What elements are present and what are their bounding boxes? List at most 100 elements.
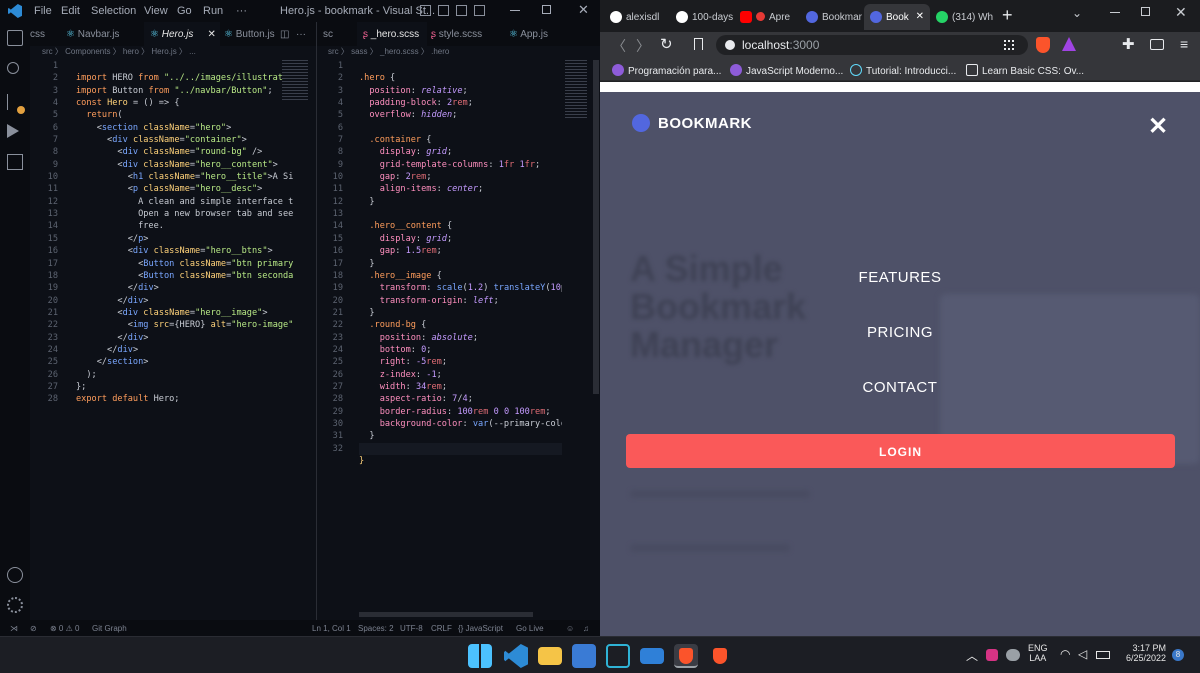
browser-tab[interactable]: Bookmar (800, 4, 864, 30)
browser-tab[interactable]: (314) Wh (930, 4, 996, 30)
go-live-button[interactable]: Go Live (516, 624, 544, 633)
notifications-icon[interactable]: ♫ (583, 624, 589, 633)
menu-go[interactable]: Go (177, 5, 192, 17)
bookmark-item[interactable]: Programación para... (612, 64, 721, 77)
tab-sc[interactable]: sc (323, 22, 353, 46)
encoding[interactable]: UTF-8 (400, 624, 423, 633)
brave-rewards-icon[interactable] (1062, 37, 1076, 51)
battery-icon[interactable] (1096, 651, 1110, 659)
vscode-taskbar-icon[interactable] (504, 644, 528, 668)
menu-edit[interactable]: Edit (61, 5, 80, 17)
address-bar[interactable]: localhost:3000 (716, 35, 1028, 55)
qr-code-icon[interactable] (1004, 40, 1014, 50)
menu-selection[interactable]: Selection (91, 5, 136, 17)
minimize-icon[interactable] (1110, 12, 1120, 13)
right-editor[interactable]: 1 2 3 4 5 6 7 8 9 10 11 12 13 14 15 16 1… (317, 60, 600, 617)
minimap[interactable] (282, 60, 308, 100)
bookmark-page-icon[interactable] (694, 38, 703, 50)
run-debug-icon[interactable] (7, 124, 19, 138)
close-window-icon[interactable]: ✕ (1175, 4, 1187, 21)
mail-icon[interactable] (640, 648, 664, 664)
menu-run[interactable]: Run (203, 5, 223, 17)
layout-icon[interactable] (456, 5, 467, 16)
nav-link-features[interactable]: FEATURES (600, 269, 1200, 286)
browser-tab[interactable]: 100-days (670, 4, 734, 30)
tab-search-icon[interactable]: ⌄ (1072, 6, 1082, 20)
notification-badge[interactable]: 8 (1172, 649, 1184, 661)
maximize-icon[interactable] (1141, 7, 1150, 16)
tab-navbar[interactable]: ⚛ Navbar.js (66, 22, 142, 46)
browser-tab[interactable]: alexisdl (604, 4, 670, 30)
nav-link-contact[interactable]: CONTACT (600, 379, 1200, 396)
minimap[interactable] (565, 60, 587, 120)
brave-icon[interactable] (713, 648, 727, 664)
explorer-icon[interactable] (7, 30, 23, 46)
left-editor[interactable]: 1 2 3 4 5 6 7 8 9 10 11 12 13 14 15 16 1… (30, 60, 314, 616)
language-mode[interactable]: {} JavaScript (458, 624, 503, 633)
windows-start-icon[interactable] (468, 644, 492, 668)
show-hidden-icons[interactable]: ︿ (966, 647, 978, 664)
git-graph-button[interactable]: Git Graph (92, 624, 127, 633)
tab-hero-scss[interactable]: ʂ _hero.scss (357, 22, 427, 46)
more-actions-icon[interactable]: ··· (296, 22, 310, 46)
forward-icon[interactable]: 〉 (636, 36, 650, 56)
browser-tab-active[interactable]: Book ✕ (864, 4, 930, 30)
wifi-icon[interactable]: ◠ (1060, 647, 1070, 661)
maximize-icon[interactable] (542, 5, 551, 14)
close-icon[interactable]: ✕ (578, 2, 589, 18)
problems-indicator[interactable]: ⊗ 0 ⚠ 0 (50, 624, 79, 633)
close-menu-icon[interactable]: ✕ (1148, 112, 1168, 141)
minimize-icon[interactable] (510, 10, 520, 11)
live-share-icon[interactable]: ⊘ (30, 624, 37, 633)
nav-link-pricing[interactable]: PRICING (600, 324, 1200, 341)
bookmark-item[interactable]: Learn Basic CSS: Ov... (966, 64, 1084, 77)
browser-tab[interactable]: Apre (734, 4, 800, 30)
extensions-icon[interactable] (7, 154, 23, 170)
clock[interactable]: 3:17 PM 6/25/2022 (1122, 643, 1166, 663)
menu-file[interactable]: File (34, 5, 52, 17)
back-icon[interactable]: 〈 (612, 36, 626, 56)
split-editor-icon[interactable]: ◫ (280, 22, 294, 46)
tray-app-icon[interactable] (1006, 649, 1020, 661)
file-explorer-icon[interactable] (538, 647, 562, 665)
account-icon[interactable] (7, 567, 23, 583)
horizontal-scrollbar[interactable] (359, 612, 533, 617)
tab-button[interactable]: ⚛ Button.js (224, 22, 284, 46)
tab-hero[interactable]: ⚛ Hero.js ✕ (144, 22, 220, 46)
layout-icon[interactable] (474, 5, 485, 16)
code-area[interactable]: .hero { position: relative; padding-bloc… (359, 60, 562, 492)
remote-icon[interactable]: ⋊ (10, 624, 18, 633)
indentation[interactable]: Spaces: 2 (358, 624, 394, 633)
tab-app[interactable]: ⚛ App.js (509, 22, 569, 46)
brave-shields-icon[interactable] (1036, 37, 1050, 53)
volume-icon[interactable]: ◁ (1078, 647, 1087, 661)
tray-app-icon[interactable] (986, 649, 998, 661)
close-tab-icon[interactable]: ✕ (916, 11, 924, 22)
tab-css[interactable]: css (30, 22, 64, 46)
new-tab-button[interactable]: + (1002, 5, 1013, 26)
cursor-position[interactable]: Ln 1, Col 1 (312, 624, 351, 633)
site-info-icon[interactable] (725, 40, 735, 50)
layout-icon[interactable] (438, 5, 449, 16)
scrollbar[interactable] (593, 60, 599, 394)
login-button[interactable]: LOGIN (626, 434, 1175, 468)
bookmark-item[interactable]: Tutorial: Introducci... (850, 64, 956, 77)
account-icon[interactable]: ☺ (566, 624, 574, 633)
reload-icon[interactable]: ↻ (660, 35, 673, 53)
bookmark-item[interactable]: JavaScript Moderno... (730, 64, 843, 77)
app-icon[interactable] (572, 644, 596, 668)
menu-more[interactable]: ··· (236, 5, 247, 17)
menu-icon[interactable]: ≡ (1180, 36, 1188, 52)
search-icon[interactable] (7, 62, 19, 74)
menu-view[interactable]: View (144, 5, 168, 17)
layout-icon[interactable] (420, 5, 431, 16)
input-language[interactable]: ENG LAA (1028, 643, 1048, 663)
extensions-icon[interactable]: ✚ (1122, 35, 1135, 53)
wallet-icon[interactable] (1150, 39, 1164, 50)
snipping-tool-icon[interactable] (606, 644, 630, 668)
settings-gear-icon[interactable] (7, 597, 23, 613)
brand-logo[interactable]: BOOKMARK (632, 114, 752, 132)
code-area[interactable]: import HERO from "../../images/illustrat… (76, 60, 308, 443)
tab-style-scss[interactable]: ʂ style.scss (431, 22, 505, 46)
line-ending[interactable]: CRLF (431, 624, 452, 633)
